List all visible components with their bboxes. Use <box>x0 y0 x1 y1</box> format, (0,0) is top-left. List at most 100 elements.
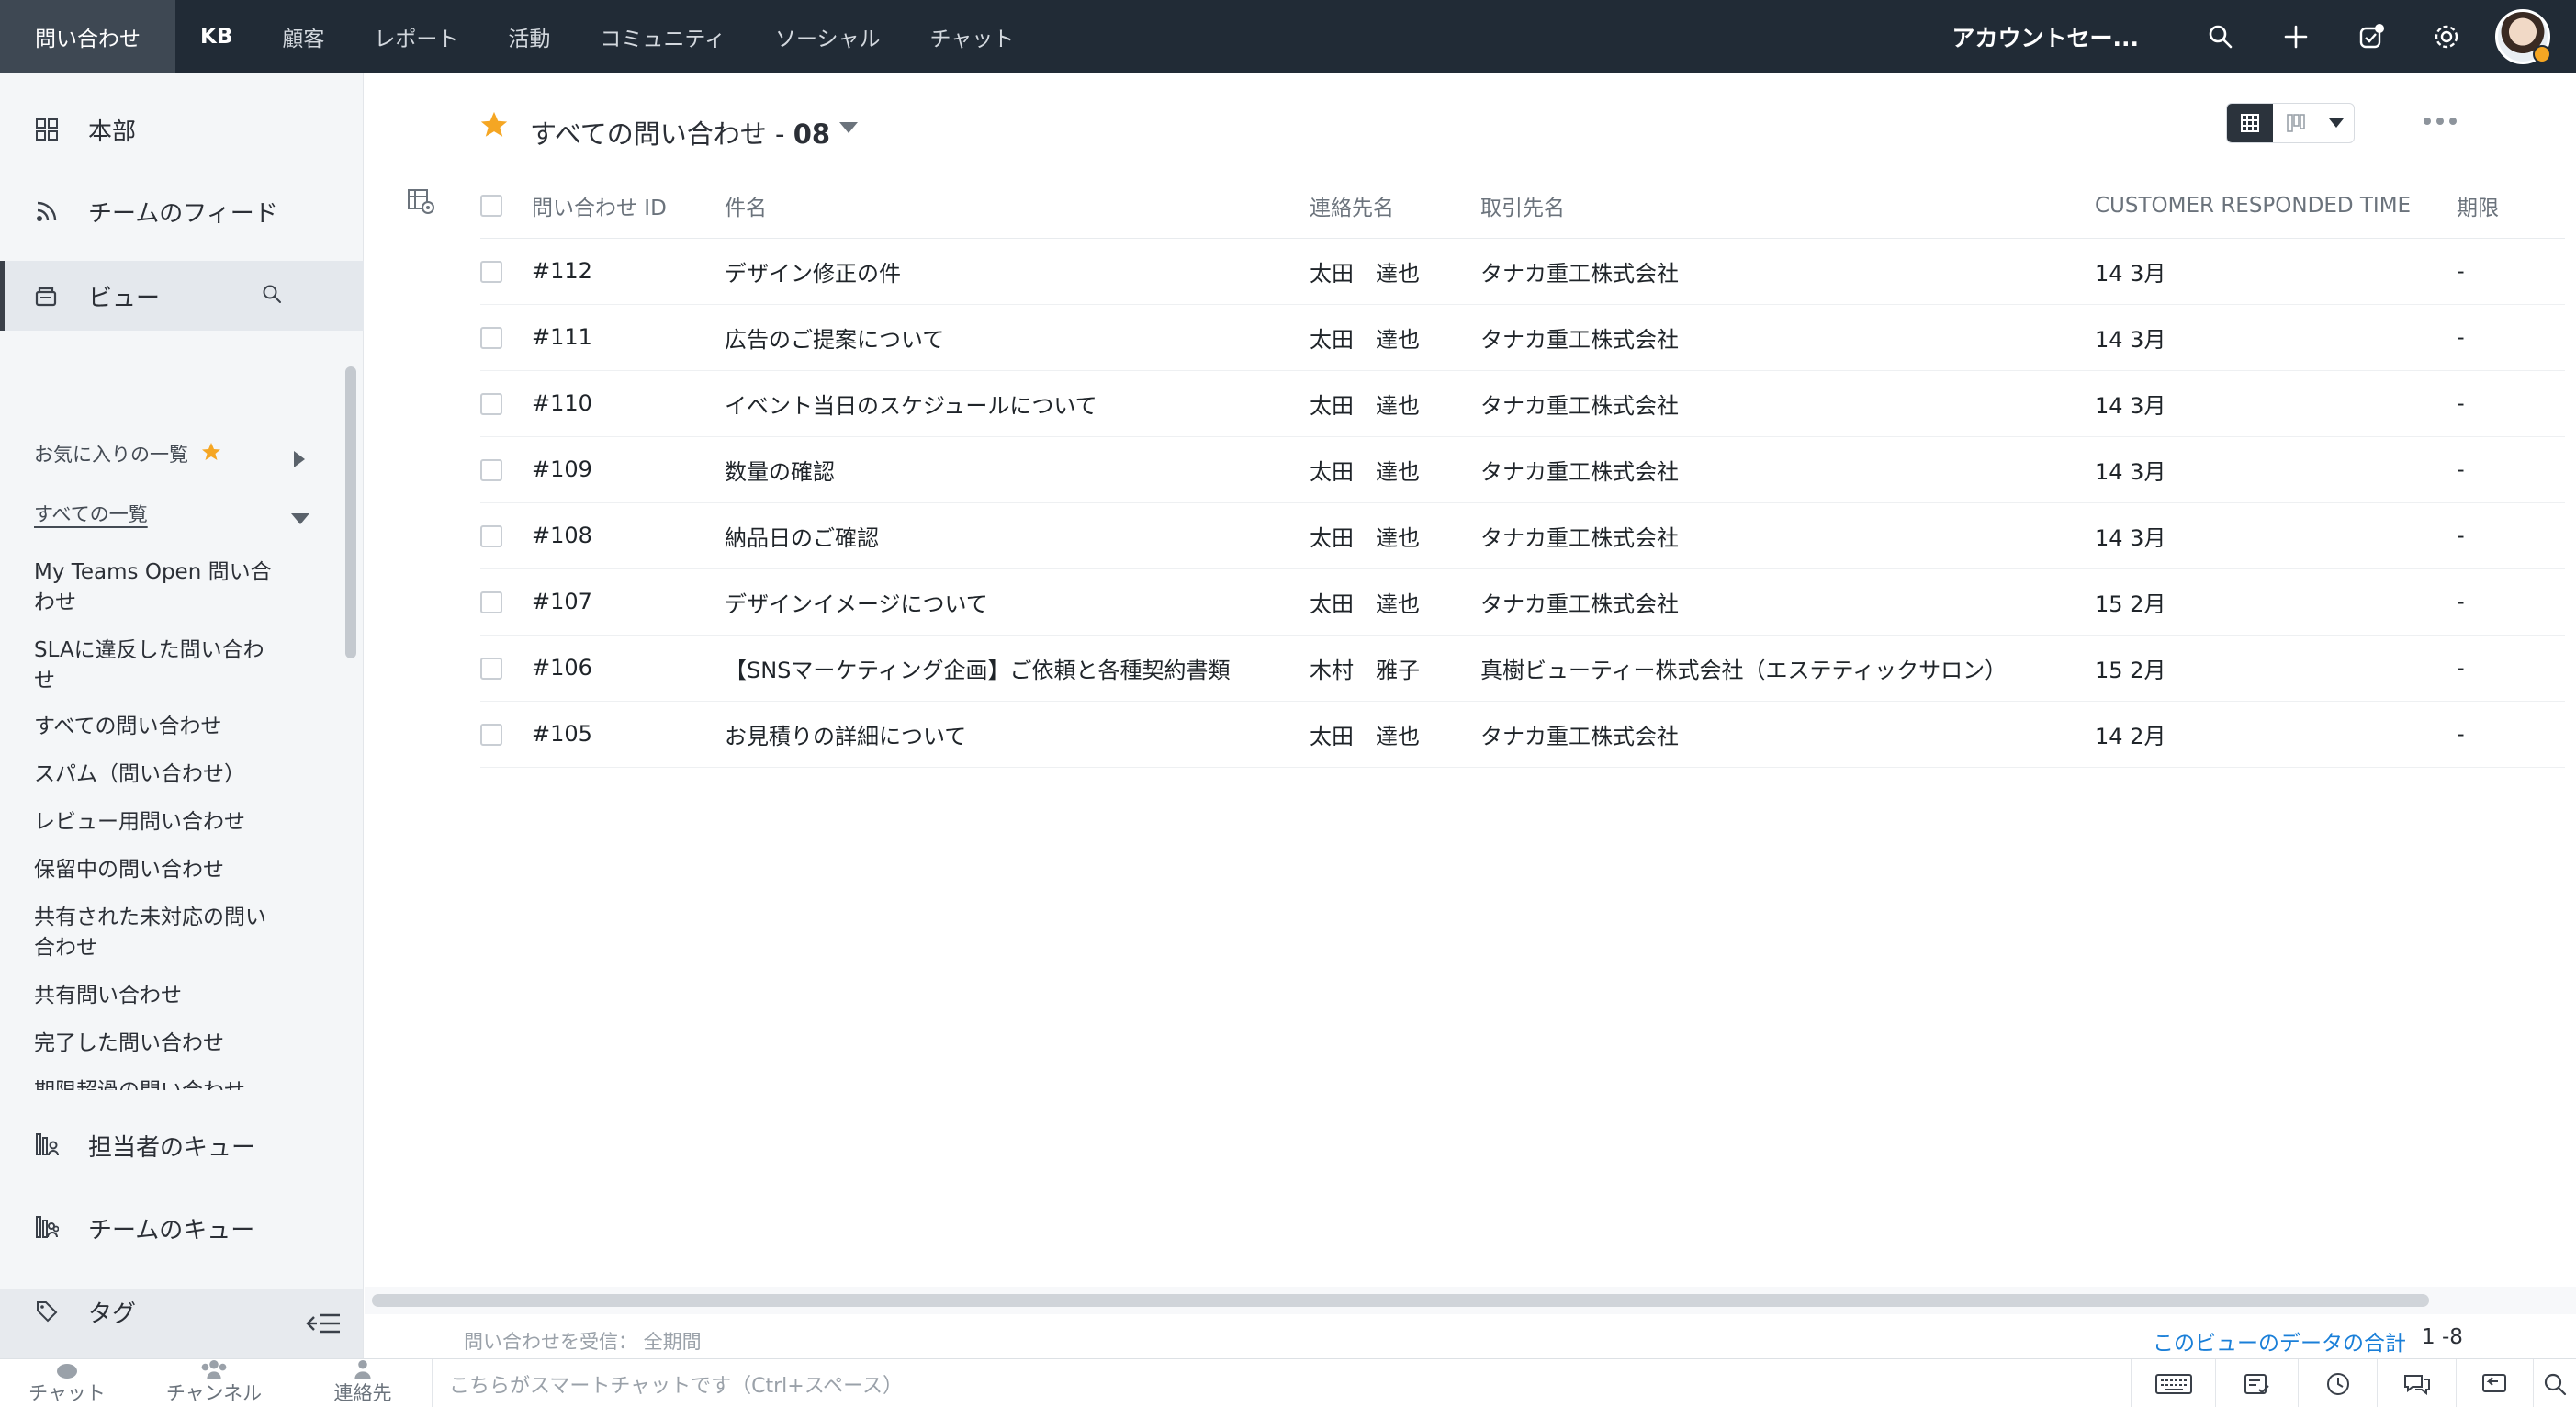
row-checkbox[interactable] <box>480 724 502 746</box>
view-title[interactable]: すべての問い合わせ - 08 <box>530 113 830 152</box>
table-view-icon[interactable] <box>2227 104 2273 142</box>
row-checkbox[interactable] <box>480 525 502 547</box>
table-row[interactable]: #107 デザインイメージについて 太田 達也 タナカ重工株式会社 15 2月 … <box>480 568 2565 636</box>
bottom-contacts-button[interactable]: 連絡先 <box>303 1359 422 1407</box>
caret-right-icon[interactable] <box>292 449 307 473</box>
layout-dropdown-icon[interactable] <box>2319 104 2354 142</box>
ticket-id[interactable]: #106 <box>532 635 725 702</box>
ticket-id[interactable]: #109 <box>532 436 725 503</box>
tab-kb[interactable]: KB <box>175 0 257 73</box>
view-dropdown-icon[interactable] <box>838 120 859 139</box>
tab-activities[interactable]: 活動 <box>483 0 575 73</box>
account-name[interactable]: タナカ重工株式会社 <box>1480 502 2095 569</box>
ticket-id[interactable]: #105 <box>532 701 725 768</box>
column-settings-icon[interactable] <box>407 188 436 219</box>
horizontal-scrollbar[interactable] <box>365 1287 2576 1314</box>
sidebar-item-home[interactable]: 本部 <box>0 95 364 164</box>
view-item[interactable]: SLAに違反した問い合わせ <box>34 636 282 696</box>
sidebar-item-team-feed[interactable]: チームのフィード <box>0 176 364 246</box>
column-header-subject[interactable]: 件名 <box>725 174 1310 239</box>
contact-name[interactable]: 太田 達也 <box>1310 370 1480 437</box>
view-item[interactable]: 共有問い合わせ <box>34 981 282 1011</box>
contact-name[interactable]: 太田 達也 <box>1310 701 1480 768</box>
sidebar-item-tags[interactable]: タグ <box>0 1277 364 1346</box>
sidebar-scrollbar[interactable] <box>343 355 359 1090</box>
more-options-icon[interactable] <box>2422 113 2458 130</box>
ticket-subject[interactable]: 【SNSマーケティング企画】ご依頼と各種契約書類 <box>725 635 1310 702</box>
comments-icon[interactable] <box>2377 1359 2456 1407</box>
account-name[interactable]: タナカ重工株式会社 <box>1480 568 2095 636</box>
column-header-due[interactable]: 期限 <box>2457 174 2565 239</box>
ticket-subject[interactable]: 数量の確認 <box>725 436 1310 503</box>
view-item[interactable]: My Teams Open 問い合わせ <box>34 557 282 618</box>
account-name[interactable]: タナカ重工株式会社 <box>1480 304 2095 371</box>
account-switcher[interactable]: アカウントセー... <box>1952 20 2140 53</box>
column-header-ticket-id[interactable]: 問い合わせ ID <box>532 174 725 239</box>
search-icon[interactable] <box>261 283 283 311</box>
sidebar-item-team-queue[interactable]: チームのキュー <box>0 1193 364 1263</box>
view-item[interactable]: すべての問い合わせ <box>34 712 282 742</box>
select-all-checkbox[interactable] <box>480 195 502 218</box>
caret-down-icon[interactable] <box>290 512 310 529</box>
tab-tickets[interactable]: 問い合わせ <box>0 0 175 73</box>
table-row[interactable]: #111 広告のご提案について 太田 達也 タナカ重工株式会社 14 3月 - <box>480 304 2565 371</box>
ticket-subject[interactable]: イベント当日のスケジュールについて <box>725 370 1310 437</box>
view-item[interactable]: 保留中の問い合わせ <box>34 855 282 885</box>
row-checkbox[interactable] <box>480 658 502 680</box>
tab-community[interactable]: コミュニティ <box>575 0 750 73</box>
ticket-id[interactable]: #110 <box>532 370 725 437</box>
table-row[interactable]: #105 お見積りの詳細について 太田 達也 タナカ重工株式会社 14 2月 - <box>480 701 2565 768</box>
favorites-heading[interactable]: お気に入りの一覧 <box>34 440 222 467</box>
table-row[interactable]: #108 納品日のご確認 太田 達也 タナカ重工株式会社 14 3月 - <box>480 502 2565 569</box>
search-icon[interactable] <box>2183 0 2258 73</box>
ticket-subject[interactable]: 広告のご提案について <box>725 304 1310 371</box>
ticket-id[interactable]: #108 <box>532 502 725 569</box>
gear-icon[interactable] <box>2409 0 2484 73</box>
view-item[interactable]: スパム（問い合わせ） <box>34 760 282 790</box>
tab-reports[interactable]: レポート <box>349 0 483 73</box>
view-item[interactable]: 共有された未対応の問い合わせ <box>34 903 282 963</box>
ticket-subject[interactable]: デザインイメージについて <box>725 568 1310 636</box>
row-checkbox[interactable] <box>480 393 502 415</box>
table-row[interactable]: #112 デザイン修正の件 太田 達也 タナカ重工株式会社 14 3月 - <box>480 238 2565 305</box>
tab-chat[interactable]: チャット <box>906 0 1040 73</box>
horizontal-scrollbar-thumb[interactable] <box>372 1294 2429 1307</box>
column-header-contact[interactable]: 連絡先名 <box>1310 174 1480 239</box>
bottom-channel-button[interactable]: チャンネル <box>154 1359 274 1407</box>
contact-name[interactable]: 木村 雅子 <box>1310 635 1480 702</box>
row-checkbox[interactable] <box>480 459 502 481</box>
column-header-responded-time[interactable]: CUSTOMER RESPONDED TIME <box>2095 174 2457 239</box>
notification-icon[interactable] <box>2334 0 2409 73</box>
view-item[interactable]: 完了した問い合わせ <box>34 1029 282 1059</box>
scrollbar-thumb[interactable] <box>345 366 356 658</box>
table-row[interactable]: #109 数量の確認 太田 達也 タナカ重工株式会社 14 3月 - <box>480 436 2565 503</box>
user-avatar[interactable] <box>2495 8 2551 64</box>
ticket-id[interactable]: #112 <box>532 238 725 305</box>
contact-name[interactable]: 太田 達也 <box>1310 304 1480 371</box>
view-total-link[interactable]: このビューのデータの合計 <box>2153 1325 2406 1356</box>
clock-icon[interactable] <box>2298 1359 2377 1407</box>
account-name[interactable]: タナカ重工株式会社 <box>1480 436 2095 503</box>
reply-icon[interactable] <box>2456 1359 2533 1407</box>
view-item[interactable]: レビュー用問い合わせ <box>34 807 282 838</box>
row-checkbox[interactable] <box>480 591 502 613</box>
ticket-id[interactable]: #107 <box>532 568 725 636</box>
keyboard-icon[interactable] <box>2131 1359 2215 1407</box>
bottom-chat-button[interactable]: チャット <box>7 1359 127 1407</box>
task-checklist-icon[interactable] <box>2215 1359 2298 1407</box>
ticket-id[interactable]: #111 <box>532 304 725 371</box>
bottom-search-icon[interactable] <box>2533 1359 2576 1407</box>
plus-icon[interactable] <box>2258 0 2334 73</box>
contact-name[interactable]: 太田 達也 <box>1310 502 1480 569</box>
all-views-heading[interactable]: すべての一覧 <box>34 500 148 527</box>
row-checkbox[interactable] <box>480 327 502 349</box>
sidebar-item-agent-queue[interactable]: 担当者のキュー <box>0 1110 364 1180</box>
account-name[interactable]: タナカ重工株式会社 <box>1480 701 2095 768</box>
contact-name[interactable]: 太田 達也 <box>1310 238 1480 305</box>
account-name[interactable]: タナカ重工株式会社 <box>1480 370 2095 437</box>
table-row[interactable]: #106 【SNSマーケティング企画】ご依頼と各種契約書類 木村 雅子 真樹ビュ… <box>480 635 2565 702</box>
view-item[interactable]: 期限超過の問い合わせ <box>34 1076 282 1090</box>
account-name[interactable]: タナカ重工株式会社 <box>1480 238 2095 305</box>
contact-name[interactable]: 太田 達也 <box>1310 436 1480 503</box>
ticket-subject[interactable]: 納品日のご確認 <box>725 502 1310 569</box>
